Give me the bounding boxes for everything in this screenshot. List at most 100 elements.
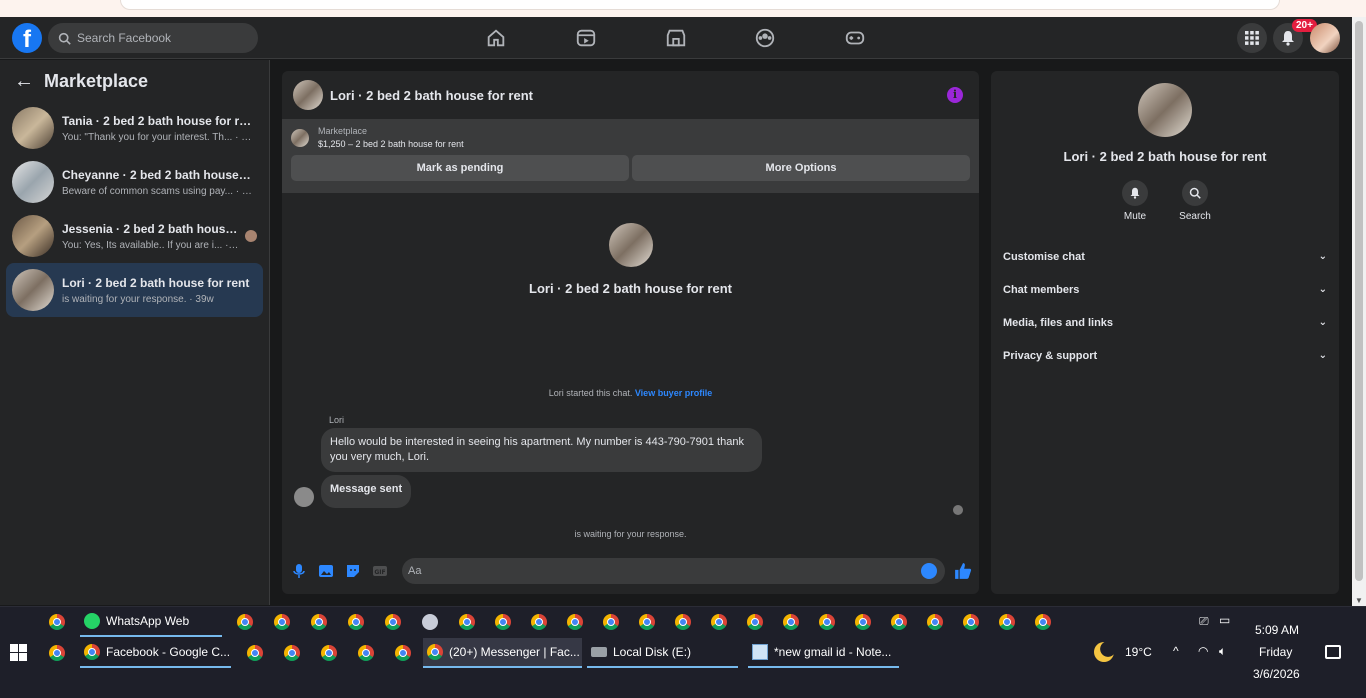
chrome-icon[interactable] <box>274 614 290 630</box>
conversation-item[interactable]: Cheyanne · 2 bed 2 bath house for... Bew… <box>6 155 263 209</box>
chrome-icon[interactable] <box>49 645 65 661</box>
taskbar-facebook-chrome[interactable]: Facebook - Google C... <box>80 638 231 668</box>
volume-icon[interactable]: 🔈︎ <box>1219 644 1226 659</box>
chat-avatar[interactable] <box>293 80 323 110</box>
message-input[interactable]: Aa <box>402 558 945 584</box>
sticker-icon[interactable] <box>345 563 361 579</box>
tray-camera-icon[interactable]: ⎚ <box>1199 614 1209 629</box>
chrome-icon[interactable] <box>385 614 401 630</box>
chrome-icon[interactable] <box>675 614 691 630</box>
conversation-item[interactable]: Jessenia · 2 bed 2 bath house fo... You:… <box>6 209 263 263</box>
wifi-icon[interactable]: ◠ <box>1198 644 1208 658</box>
chrome-icon[interactable] <box>855 614 871 630</box>
chat-title[interactable]: Lori · 2 bed 2 bath house for rent <box>330 88 533 103</box>
action-center-icon[interactable] <box>1325 645 1341 659</box>
chrome-icon[interactable] <box>459 614 475 630</box>
microphone-icon[interactable] <box>291 563 307 579</box>
taskbar-notepad[interactable]: *new gmail id - Note... <box>748 638 899 668</box>
listing-price-title[interactable]: $1,250 – 2 bed 2 bath house for rent <box>318 139 464 149</box>
accordion-customise-chat[interactable]: Customise chat ⌄ <box>991 240 1339 273</box>
chevron-up-icon[interactable]: ^ <box>1173 644 1179 658</box>
menu-grid-button[interactable] <box>1237 23 1267 53</box>
search-facebook-input[interactable]: Search Facebook <box>48 23 258 53</box>
message-composer: GIF Aa <box>282 557 979 585</box>
windows-start-icon[interactable] <box>10 644 27 661</box>
drive-icon <box>591 647 607 657</box>
chrome-icon[interactable] <box>819 614 835 630</box>
gif-icon[interactable]: GIF <box>372 563 388 579</box>
conversation-item[interactable]: Tania · 2 bed 2 bath house for rent You:… <box>6 101 263 155</box>
tray-battery-icon[interactable]: ▭ <box>1219 613 1230 627</box>
chrome-icon[interactable] <box>321 645 337 661</box>
app-icon[interactable] <box>422 614 438 630</box>
message-bubble[interactable]: Hello would be interested in seeing his … <box>321 428 762 472</box>
facebook-logo-icon[interactable]: f <box>12 23 42 53</box>
view-buyer-profile-link[interactable]: View buyer profile <box>635 388 712 398</box>
address-bar-edge[interactable] <box>120 0 1280 10</box>
photo-icon[interactable] <box>318 563 334 579</box>
chrome-icon[interactable] <box>531 614 547 630</box>
chrome-icon[interactable] <box>711 614 727 630</box>
info-avatar[interactable] <box>1138 83 1192 137</box>
chrome-icon[interactable] <box>927 614 943 630</box>
chrome-icon[interactable] <box>247 645 263 661</box>
conversation-item-active[interactable]: Lori · 2 bed 2 bath house for rent is wa… <box>6 263 263 317</box>
accordion-media-files-links[interactable]: Media, files and links ⌄ <box>991 306 1339 339</box>
mute-button[interactable]: Mute <box>1120 180 1150 222</box>
chrome-icon[interactable] <box>999 614 1015 630</box>
more-options-button[interactable]: More Options <box>632 155 970 181</box>
message-bubble[interactable]: Message sent <box>321 475 412 508</box>
emoji-icon[interactable] <box>921 563 937 579</box>
chrome-icon[interactable] <box>891 614 907 630</box>
page-scrollbar[interactable]: ▼ <box>1352 17 1366 607</box>
groups-icon[interactable] <box>754 27 776 49</box>
chrome-icon[interactable] <box>783 614 799 630</box>
taskbar-messenger-chrome[interactable]: (20+) Messenger | Fac... <box>423 638 582 668</box>
clock-date[interactable]: 3/6/2026 <box>1253 667 1300 681</box>
accordion-chat-members[interactable]: Chat members ⌄ <box>991 273 1339 306</box>
accordion-label: Customise chat <box>1003 250 1085 263</box>
hero-title: Lori · 2 bed 2 bath house for rent <box>529 281 732 296</box>
chrome-icon[interactable] <box>603 614 619 630</box>
chevron-down-icon: ⌄ <box>1318 251 1327 262</box>
accordion-privacy-support[interactable]: Privacy & support ⌄ <box>991 339 1339 372</box>
profile-avatar[interactable] <box>1310 23 1340 53</box>
video-icon[interactable] <box>575 27 597 49</box>
chrome-icon[interactable] <box>639 614 655 630</box>
taskbar-local-disk[interactable]: Local Disk (E:) <box>587 638 738 668</box>
chrome-icon[interactable] <box>395 645 411 661</box>
marketplace-icon[interactable] <box>665 27 687 49</box>
sender-avatar[interactable] <box>294 487 314 507</box>
search-chat-button[interactable]: Search <box>1179 180 1211 222</box>
chrome-icon[interactable] <box>237 614 253 630</box>
svg-text:GIF: GIF <box>374 569 385 576</box>
message-row: Message sent <box>282 475 979 508</box>
chrome-icon[interactable] <box>495 614 511 630</box>
taskbar-label: WhatsApp Web <box>106 614 190 628</box>
chrome-icon[interactable] <box>49 614 65 630</box>
chrome-icon[interactable] <box>1035 614 1051 630</box>
mark-as-pending-button[interactable]: Mark as pending <box>291 155 629 181</box>
gaming-icon[interactable] <box>844 27 866 49</box>
chat-info-panel: Lori · 2 bed 2 bath house for rent Mute … <box>991 71 1339 594</box>
clock-time[interactable]: 5:09 AM <box>1255 623 1299 637</box>
chrome-icon[interactable] <box>963 614 979 630</box>
chrome-icon[interactable] <box>348 614 364 630</box>
seen-indicator <box>953 505 963 515</box>
chrome-icon[interactable] <box>747 614 763 630</box>
taskbar-whatsapp-web[interactable]: WhatsApp Web <box>80 607 222 637</box>
listing-thumbnail[interactable] <box>291 129 309 147</box>
weather-moon-icon[interactable] <box>1094 642 1114 662</box>
info-icon[interactable]: i <box>947 87 963 103</box>
clock-day[interactable]: Friday <box>1259 645 1292 659</box>
chrome-icon[interactable] <box>567 614 583 630</box>
back-arrow-icon[interactable]: ← <box>14 70 34 93</box>
temperature[interactable]: 19°C <box>1125 645 1152 659</box>
chrome-icon[interactable] <box>284 645 300 661</box>
chevron-down-icon: ⌄ <box>1318 317 1327 328</box>
chrome-icon[interactable] <box>358 645 374 661</box>
home-icon[interactable] <box>485 27 507 49</box>
like-icon[interactable] <box>954 562 972 580</box>
conversation-title: Lori · 2 bed 2 bath house for rent <box>62 275 250 290</box>
chrome-icon[interactable] <box>311 614 327 630</box>
